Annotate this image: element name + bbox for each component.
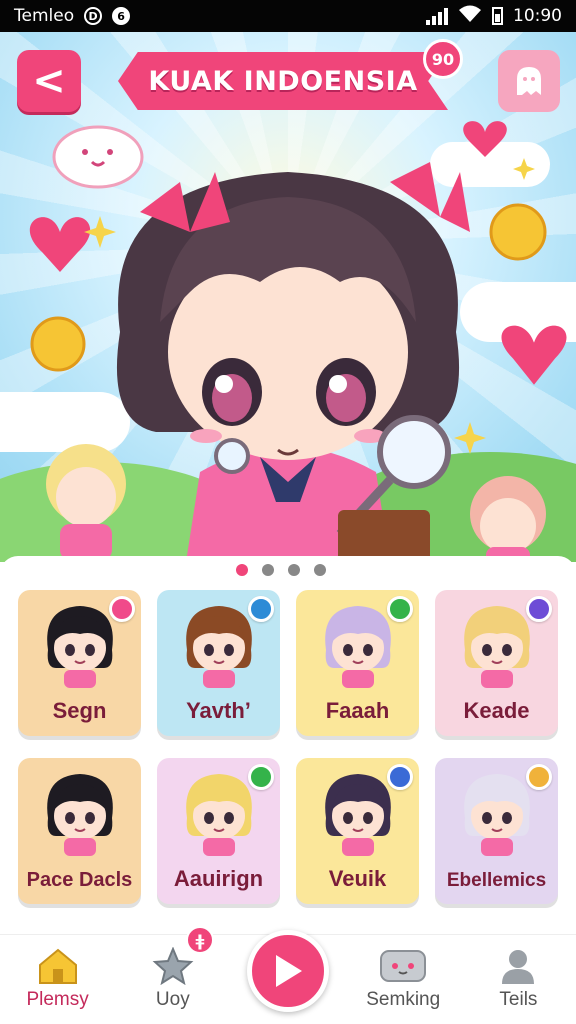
house-icon (38, 948, 77, 984)
character-card[interactable]: Ebellemics (435, 758, 558, 904)
chevron-left-icon: < (32, 58, 66, 104)
side-character-right (470, 476, 546, 562)
tab-notification-badge: ǂ (186, 926, 214, 954)
page-dot[interactable] (314, 564, 326, 576)
status-bar: Temleo D 6 10:90 (0, 0, 576, 32)
tab-profile[interactable]: Teils (461, 934, 576, 1024)
character-name: Aauirign (173, 866, 264, 891)
tab-home[interactable]: Plemsy (0, 934, 115, 1024)
character-portrait (47, 774, 113, 856)
wifi-icon (458, 5, 482, 28)
cloud-face-icon (52, 125, 144, 189)
status-badge (387, 596, 413, 622)
battery-icon (492, 7, 503, 25)
title-count-badge: 90 (423, 39, 463, 79)
person-icon (502, 950, 535, 984)
page-indicator (236, 564, 326, 576)
tab-label: Teils (499, 989, 538, 1010)
character-card[interactable]: Pace Dacls (18, 758, 141, 904)
character-name: Faaah (325, 698, 390, 723)
character-card[interactable]: Yavth’ (157, 590, 280, 736)
app-notification-icon: 6 (112, 7, 131, 25)
page-dot[interactable] (262, 564, 274, 576)
notification-icon: D (84, 7, 103, 25)
hero-illustration: < KUAK INDOENSIA 90 (0, 32, 576, 562)
main-character-illustration (29, 121, 567, 562)
signal-icon (426, 7, 448, 25)
tab-label: Plemsy (26, 989, 89, 1010)
page-title: KUAK INDOENSIA (118, 52, 448, 110)
gamepad-icon (380, 950, 427, 982)
character-grid: Segn Yavth’ Faaah Keade Pace Dacls Aauir… (18, 590, 560, 904)
carrier-label: Temleo (14, 6, 75, 26)
character-card[interactable]: Keade (435, 590, 558, 736)
star-icon (152, 947, 194, 985)
character-card[interactable]: Aauirign (157, 758, 280, 904)
status-badge (387, 764, 413, 790)
status-badge (526, 596, 552, 622)
play-icon (276, 955, 302, 987)
character-name: Ebellemics (446, 870, 547, 891)
status-badge (248, 764, 274, 790)
clock: 10:90 (513, 6, 562, 26)
character-name: Veuik (328, 866, 387, 891)
character-name: Segn (52, 698, 107, 723)
ghost-icon (517, 67, 541, 95)
status-badge (109, 596, 135, 622)
ghost-button[interactable] (498, 50, 560, 112)
character-card[interactable]: Veuik (296, 758, 419, 904)
tab-games[interactable]: Semking (346, 934, 461, 1024)
character-card[interactable]: Faaah (296, 590, 419, 736)
back-button[interactable]: < (17, 50, 81, 112)
tab-label: Uoy (155, 989, 190, 1010)
character-name: Keade (463, 698, 530, 723)
status-badge (526, 764, 552, 790)
character-name: Yavth’ (186, 698, 251, 723)
page-dot[interactable] (288, 564, 300, 576)
tab-favorites[interactable]: Uoy (115, 934, 230, 1024)
character-card[interactable]: Segn (18, 590, 141, 736)
character-name: Pace Dacls (26, 869, 133, 891)
status-badge (248, 596, 274, 622)
side-character-left (46, 444, 126, 560)
page-dot[interactable] (236, 564, 248, 576)
play-button[interactable] (247, 930, 329, 1012)
tab-label: Semking (366, 989, 441, 1010)
